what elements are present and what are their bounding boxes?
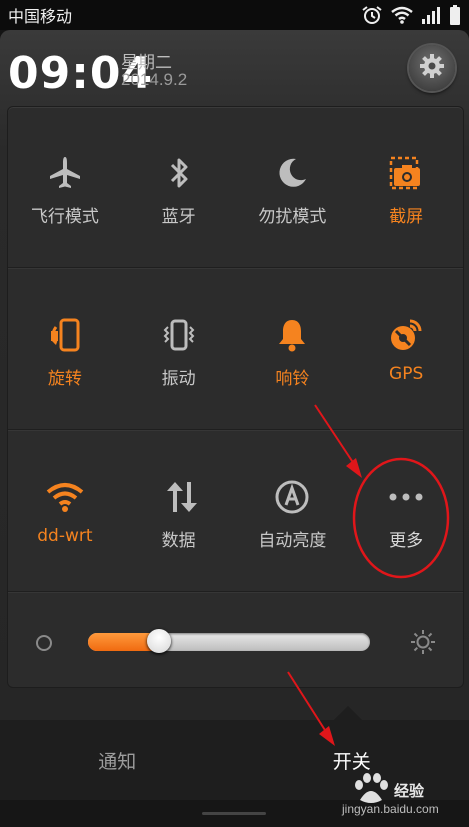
toggle-mobile-data[interactable]: 数据 — [122, 431, 236, 591]
settings-button[interactable] — [409, 45, 455, 91]
toggle-vibrate[interactable]: 振动 — [122, 269, 236, 429]
brightness-high-icon — [410, 629, 436, 659]
gps-icon — [386, 315, 426, 355]
watermark-brand: 经验 — [394, 783, 425, 800]
toggle-label: GPS — [389, 364, 424, 384]
toggle-label: 更多 — [389, 531, 424, 551]
brightness-control — [8, 595, 463, 687]
toggle-row: 飞行模式 蓝牙 勿扰模式 截屏 — [8, 107, 463, 268]
toggle-auto-brightness[interactable]: 自动亮度 — [236, 431, 350, 591]
bell-icon — [272, 315, 312, 355]
toggle-label: 自动亮度 — [258, 531, 327, 551]
tab-notifications[interactable]: 通知 — [0, 720, 235, 800]
toggle-bluetooth[interactable]: 蓝牙 — [122, 107, 236, 267]
status-icons — [361, 5, 461, 25]
notification-panel: 09:04 星期二 2014.9.2 飞行模式 蓝牙 勿扰模式 截屏 旋转 振动… — [0, 30, 469, 720]
toggle-label: 旋转 — [47, 369, 82, 389]
watermark-url: jingyan.baidu.com — [342, 802, 439, 816]
toggle-label: dd-wrt — [37, 526, 93, 546]
toggle-label: 蓝牙 — [161, 207, 196, 227]
toggle-label: 飞行模式 — [30, 207, 99, 227]
brightness-slider[interactable] — [88, 629, 370, 653]
quick-toggle-grid: 飞行模式 蓝牙 勿扰模式 截屏 旋转 振动 响铃 GPS dd-wrt 数据 自… — [7, 106, 464, 688]
alarm-clock-icon — [361, 5, 383, 25]
brightness-thumb[interactable] — [146, 629, 171, 653]
toggle-label: 截屏 — [389, 207, 424, 227]
toggle-label: 数据 — [161, 531, 196, 551]
toggle-airplane-mode[interactable]: 飞行模式 — [8, 107, 122, 267]
brightness-low-icon — [36, 635, 52, 651]
toggle-row: dd-wrt 数据 自动亮度 更多 — [8, 431, 463, 592]
bluetooth-icon — [159, 153, 199, 193]
rotate-icon — [45, 315, 85, 355]
toggle-ringer[interactable]: 响铃 — [236, 269, 350, 429]
vibrate-icon — [159, 315, 199, 355]
toggle-auto-rotate[interactable]: 旋转 — [8, 269, 122, 429]
moon-icon — [272, 153, 312, 193]
baidu-jingyan-watermark: 经验 jingyan.baidu.com — [342, 770, 462, 825]
airplane-icon — [45, 153, 85, 193]
toggle-row: 旋转 振动 响铃 GPS — [8, 269, 463, 430]
toggle-more[interactable]: 更多 — [349, 431, 463, 591]
toggle-label: 勿扰模式 — [258, 207, 327, 227]
data-arrows-icon — [159, 477, 199, 517]
status-bar: 中国移动 — [0, 0, 469, 30]
toggle-gps[interactable]: GPS — [349, 269, 463, 429]
toggle-do-not-disturb[interactable]: 勿扰模式 — [236, 107, 350, 267]
more-dots-icon — [386, 477, 426, 517]
toggle-wifi[interactable]: dd-wrt — [8, 431, 122, 591]
screenshot-icon — [386, 153, 426, 193]
wifi-icon — [391, 6, 413, 24]
toggle-label: 振动 — [161, 369, 196, 389]
toggle-screenshot[interactable]: 截屏 — [349, 107, 463, 267]
signal-icon — [421, 6, 441, 24]
auto-brightness-icon — [272, 477, 312, 517]
toggle-label: 响铃 — [275, 369, 310, 389]
wifi-icon — [45, 477, 85, 517]
paw-logo-icon — [355, 773, 388, 803]
battery-full-icon — [449, 5, 461, 25]
carrier-name: 中国移动 — [8, 7, 73, 26]
drag-handle[interactable] — [202, 812, 266, 815]
gear-icon — [418, 52, 446, 84]
date-label: 2014.9.2 — [121, 70, 188, 89]
